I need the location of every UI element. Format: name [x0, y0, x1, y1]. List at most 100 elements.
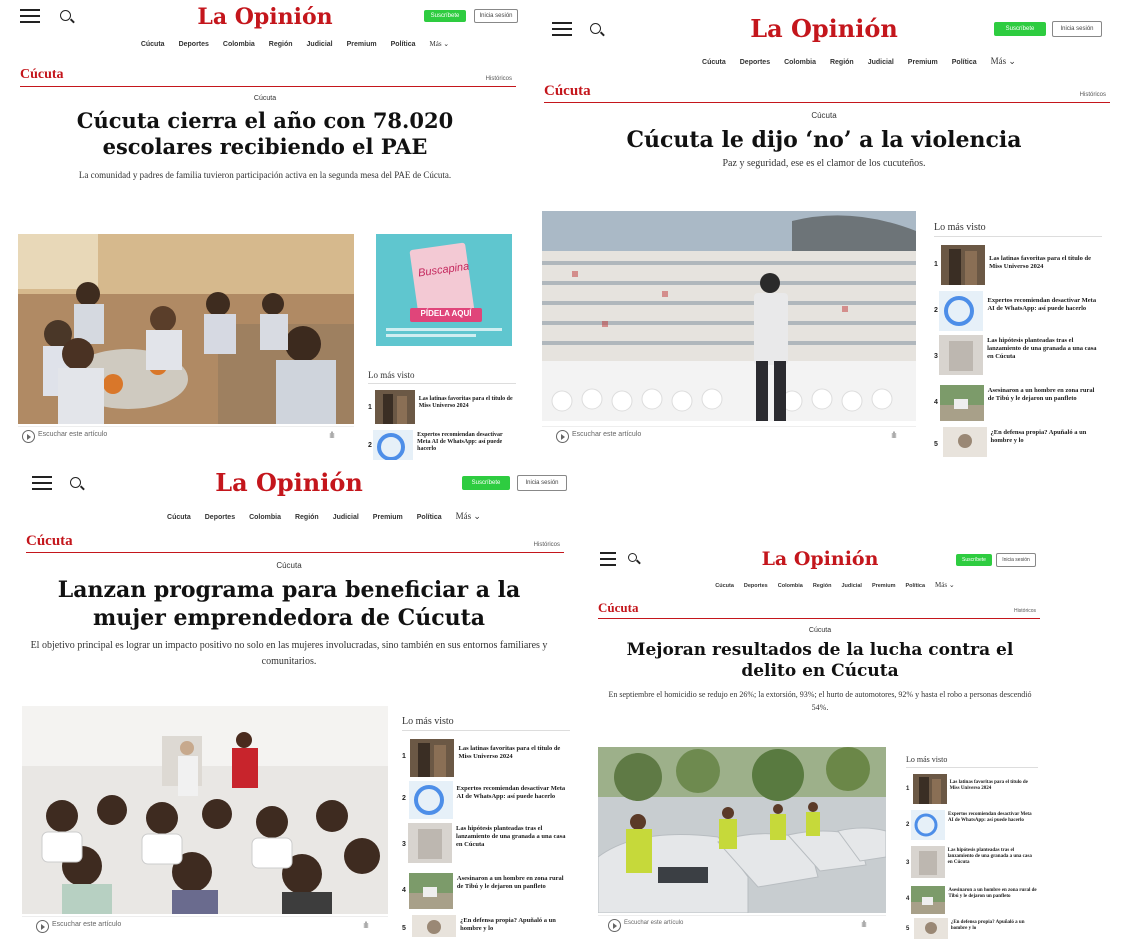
historicos-link[interactable]: Históricos [1014, 608, 1036, 614]
nav-item[interactable]: Región [830, 59, 854, 66]
nav-item[interactable]: Cúcuta [167, 514, 191, 521]
item-title[interactable]: Las hipótesis planteadas tras el lanzami… [456, 825, 570, 848]
most-read-item[interactable]: 4 Asesinaron a un hombre en zona rural d… [906, 886, 1038, 918]
most-read-item[interactable]: 3 Las hipótesis planteadas tras el lanza… [906, 846, 1038, 886]
most-read-item[interactable]: 4 Asesinaron a un hombre en zona rural d… [934, 385, 1102, 427]
play-icon[interactable] [556, 430, 569, 443]
nav-item[interactable]: Colombia [778, 583, 803, 589]
ad-cta[interactable]: PÍDELA AQUÍ [410, 309, 482, 318]
nav-more[interactable]: Más ⌄ [429, 40, 449, 48]
article-kicker[interactable]: Cúcuta [0, 561, 578, 570]
most-read-item[interactable]: 2 Expertos recomiendan desactivar Meta A… [368, 430, 516, 460]
most-read-item[interactable]: 1 Las latinas favoritas para el título d… [906, 774, 1038, 810]
nav-item[interactable]: Región [269, 41, 293, 48]
article-kicker[interactable]: Cúcuta [592, 627, 1048, 634]
nav-item[interactable]: Colombia [249, 514, 281, 521]
item-title[interactable]: Asesinaron a un hombre en zona rural de … [948, 888, 1038, 900]
subscribe-button[interactable]: Suscríbete [956, 554, 992, 566]
item-title[interactable]: ¿En defensa propia? Apuñaló a un hombre … [460, 917, 570, 933]
nav-item[interactable]: Premium [347, 41, 377, 48]
item-title[interactable]: Asesinaron a un hombre en zona rural de … [457, 875, 570, 891]
most-read-item[interactable]: 2 Expertos recomiendan desactivar Meta A… [934, 291, 1102, 335]
nav-item[interactable]: Deportes [205, 514, 235, 521]
item-title[interactable]: Las latinas favoritas para el título de … [419, 396, 516, 410]
most-read-item[interactable]: 3 Las hipótesis planteadas tras el lanza… [934, 335, 1102, 385]
most-read-item[interactable]: 5 ¿En defensa propia? Apuñaló a un hombr… [906, 918, 1038, 939]
nav-item[interactable]: Cúcuta [141, 41, 165, 48]
article-kicker[interactable]: Cúcuta [0, 95, 530, 102]
most-read-item[interactable]: 3 Las hipótesis planteadas tras el lanza… [402, 823, 570, 873]
nav-item[interactable]: Judicial [841, 583, 861, 589]
subscribe-button[interactable]: Suscríbete [424, 10, 466, 22]
play-icon[interactable] [36, 920, 49, 933]
nav-item[interactable]: Deportes [179, 41, 209, 48]
item-title[interactable]: ¿En defensa propia? Apuñaló a un hombre … [951, 920, 1038, 932]
nav-item[interactable]: Premium [872, 583, 896, 589]
item-title[interactable]: Las latinas favoritas para el título de … [950, 780, 1038, 792]
most-read-item[interactable]: 4 Asesinaron a un hombre en zona rural d… [402, 873, 570, 915]
most-read-item[interactable]: 1 Las latinas favoritas para el título d… [368, 390, 516, 428]
item-title[interactable]: ¿En defensa propia? Apuñaló a un hombre … [991, 429, 1102, 445]
login-button[interactable]: Inicia sesión [517, 475, 567, 491]
audio-player[interactable]: Escuchar este artículo ıllı [18, 426, 354, 445]
audio-player[interactable]: Escuchar este artículo ıllı [22, 916, 388, 935]
most-read-item[interactable]: 1 Las latinas favoritas para el título d… [934, 245, 1102, 291]
listen-label[interactable]: Escuchar este artículo [38, 431, 107, 438]
subscribe-button[interactable]: Suscríbete [462, 476, 510, 490]
most-read-item[interactable]: 5 ¿En defensa propia? Apuñaló a un hombr… [934, 427, 1102, 457]
historicos-link[interactable]: Históricos [534, 542, 560, 548]
listen-label[interactable]: Escuchar este artículo [572, 431, 641, 438]
section-title[interactable]: Cúcuta [20, 64, 516, 86]
section-title[interactable]: Cúcuta [544, 80, 1110, 102]
item-title[interactable]: Expertos recomiendan desactivar Meta AI … [417, 432, 516, 454]
section-title[interactable]: Cúcuta [598, 598, 1040, 618]
most-read-item[interactable]: 5 ¿En defensa propia? Apuñaló a un hombr… [402, 915, 570, 937]
nav-item[interactable]: Judicial [868, 59, 894, 66]
item-title[interactable]: Las hipótesis planteadas tras el lanzami… [948, 848, 1038, 866]
listen-label[interactable]: Escuchar este artículo [52, 921, 121, 928]
nav-more[interactable]: Más ⌄ [991, 56, 1016, 66]
item-title[interactable]: Las hipótesis planteadas tras el lanzami… [987, 337, 1102, 360]
item-title[interactable]: Expertos recomiendan desactivar Meta AI … [948, 812, 1038, 824]
subscribe-button[interactable]: Suscríbete [994, 22, 1046, 36]
login-button[interactable]: Inicia sesión [1052, 21, 1102, 37]
nav-item[interactable]: Judicial [333, 514, 359, 521]
audio-player[interactable]: Escuchar este artículo ıllı [598, 915, 886, 934]
play-icon[interactable] [22, 430, 35, 443]
nav-more[interactable]: Más ⌄ [935, 581, 955, 589]
nav-item[interactable]: Colombia [784, 59, 816, 66]
listen-label[interactable]: Escuchar este artículo [624, 920, 683, 926]
nav-item[interactable]: Región [295, 514, 319, 521]
nav-item[interactable]: Cúcuta [702, 59, 726, 66]
nav-item[interactable]: Política [952, 59, 977, 66]
nav-item[interactable]: Colombia [223, 41, 255, 48]
most-read-item[interactable]: 1 Las latinas favoritas para el título d… [402, 739, 570, 781]
play-icon[interactable] [608, 919, 621, 932]
section-title[interactable]: Cúcuta [26, 530, 564, 552]
nav-item[interactable]: Deportes [740, 59, 770, 66]
historicos-link[interactable]: Históricos [486, 76, 512, 82]
item-title[interactable]: Expertos recomiendan desactivar Meta AI … [457, 785, 570, 801]
nav-item[interactable]: Política [417, 514, 442, 521]
item-title[interactable]: Expertos recomiendan desactivar Meta AI … [987, 297, 1102, 313]
item-title[interactable]: Asesinaron a un hombre en zona rural de … [988, 387, 1102, 403]
most-read-item[interactable]: 2 Expertos recomiendan desactivar Meta A… [402, 781, 570, 823]
most-read-item[interactable]: 2 Expertos recomiendan desactivar Meta A… [906, 810, 1038, 846]
audio-player[interactable]: Escuchar este artículo ıllı [542, 426, 916, 445]
nav-more[interactable]: Más ⌄ [456, 511, 481, 521]
nav-item[interactable]: Política [905, 583, 925, 589]
nav-item[interactable]: Deportes [744, 583, 768, 589]
item-title[interactable]: Las latinas favoritas para el título de … [989, 255, 1102, 271]
nav-item[interactable]: Región [813, 583, 832, 589]
login-button[interactable]: Inicia sesión [996, 553, 1036, 567]
nav-item[interactable]: Premium [373, 514, 403, 521]
nav-item[interactable]: Premium [908, 59, 938, 66]
nav-item[interactable]: Judicial [307, 41, 333, 48]
nav-item[interactable]: Política [391, 41, 416, 48]
article-kicker[interactable]: Cúcuta [538, 111, 1110, 120]
login-button[interactable]: Inicia sesión [474, 9, 518, 23]
nav-item[interactable]: Cúcuta [715, 583, 734, 589]
ad-banner[interactable]: Buscapina PÍDELA AQUÍ [376, 234, 512, 346]
historicos-link[interactable]: Históricos [1080, 92, 1106, 98]
item-title[interactable]: Las latinas favoritas para el título de … [458, 745, 570, 761]
